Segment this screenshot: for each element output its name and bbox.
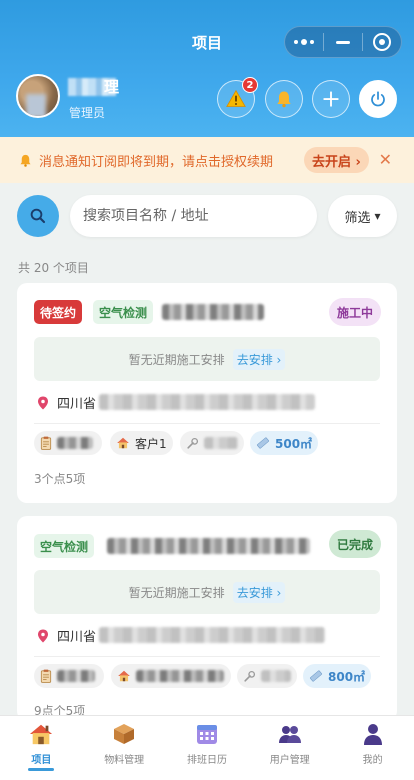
- tab-schedule-calendar[interactable]: 排班日历: [166, 716, 249, 780]
- search-icon: [30, 208, 46, 224]
- chip-customer: [111, 664, 231, 688]
- tag-air-test: 空气检测: [93, 300, 154, 324]
- users-icon: [278, 722, 302, 746]
- project-address: 四川省: [37, 393, 96, 412]
- search-button[interactable]: [17, 195, 59, 237]
- subscription-notice: 消息通知订阅即将到期，请点击授权续期 去开启 › ✕: [0, 137, 414, 183]
- house-icon: [117, 437, 129, 449]
- person-icon: [361, 722, 385, 746]
- filter-button[interactable]: 筛选 ▾: [328, 195, 397, 237]
- more-menu-button[interactable]: [285, 27, 323, 57]
- warning-icon: [226, 89, 246, 107]
- filter-label: 筛选: [344, 210, 371, 226]
- clipboard-icon: [40, 436, 52, 450]
- enable-notice-button[interactable]: 去开启 ›: [304, 147, 369, 173]
- ruler-icon: [309, 670, 323, 682]
- tab-bar: 项目 物料管理 排班日历 用户管理 我的: [0, 715, 414, 780]
- plus-icon: [323, 91, 339, 107]
- project-card[interactable]: 空气检测 已完成 暂无近期施工安排 去安排 › 四川省 800㎡ 9点个5项: [17, 516, 397, 721]
- chip-customer: 客户1: [110, 431, 173, 455]
- schedule-box: 暂无近期施工安排 去安排 ›: [34, 570, 380, 614]
- target-icon: [373, 33, 391, 51]
- ruler-icon: [256, 437, 270, 449]
- chip-tools: [237, 664, 297, 688]
- clipboard-icon: [40, 669, 52, 683]
- minimize-button[interactable]: [324, 27, 362, 57]
- tab-mine[interactable]: 我的: [331, 716, 414, 780]
- address-prefix: 四川省: [57, 630, 97, 645]
- chip-area: 800㎡: [303, 664, 372, 688]
- chip-tools-blurred: [261, 670, 291, 682]
- house-icon: [29, 722, 53, 746]
- user-name: 理: [104, 78, 120, 96]
- tab-label: 排班日历: [186, 755, 227, 766]
- project-address: 四川省: [37, 626, 96, 645]
- wrench-icon: [187, 437, 199, 449]
- tab-label: 项目: [31, 755, 52, 766]
- minus-icon: [336, 40, 350, 44]
- close-miniprogram-button[interactable]: [363, 27, 401, 57]
- user-role: 管理员: [69, 106, 106, 120]
- status-badge: 施工中: [328, 298, 381, 326]
- active-tab-indicator: [28, 768, 55, 771]
- project-card[interactable]: 待签约 空气检测 施工中 暂无近期施工安排 去安排 › 四川省 客户1 500㎡…: [17, 283, 397, 503]
- chip-tools-blurred: [204, 437, 238, 449]
- tab-label: 物料管理: [104, 755, 145, 766]
- chip-customer-label: 客户1: [135, 436, 167, 451]
- house-icon: [118, 670, 130, 682]
- project-name-blurred: [107, 538, 310, 554]
- address-blurred: [99, 627, 325, 643]
- bell-icon: [20, 154, 31, 167]
- close-icon[interactable]: ✕: [379, 150, 392, 169]
- chip-contract: [34, 431, 102, 455]
- status-badge: 已完成: [328, 530, 381, 558]
- card-footer: 3个点5项: [34, 472, 86, 486]
- box-icon: [112, 722, 136, 746]
- chip-customer-blurred: [136, 670, 224, 682]
- bell-icon: [277, 91, 291, 108]
- chip-contract-blurred: [57, 437, 93, 449]
- alert-count-badge: 2: [242, 77, 258, 93]
- add-project-button[interactable]: [312, 80, 350, 118]
- chip-contract: [34, 664, 104, 688]
- address-prefix: 四川省: [57, 397, 97, 412]
- project-name-blurred: [162, 304, 264, 320]
- power-button[interactable]: [359, 80, 397, 118]
- location-pin-icon: [38, 629, 48, 642]
- chip-area-label: 500㎡: [275, 436, 313, 451]
- chip-area: 500㎡: [250, 431, 319, 455]
- tab-projects[interactable]: 项目: [0, 716, 83, 780]
- more-dots-icon: [294, 39, 314, 45]
- schedule-link[interactable]: 去安排 ›: [232, 348, 286, 370]
- tag-air-test: 空气检测: [34, 534, 95, 558]
- tab-label: 我的: [362, 755, 383, 766]
- address-blurred: [99, 394, 315, 410]
- schedule-text: 暂无近期施工安排: [128, 585, 225, 600]
- header: 项目 理 管理员 2: [0, 0, 414, 137]
- chip-contract-blurred: [57, 670, 95, 682]
- notification-button[interactable]: [265, 80, 303, 118]
- project-count: 共 20 个项目: [18, 261, 89, 275]
- tag-pending-contract: 待签约: [34, 300, 83, 324]
- schedule-box: 暂无近期施工安排 去安排 ›: [34, 337, 380, 381]
- location-pin-icon: [38, 396, 48, 409]
- wrench-icon: [244, 670, 256, 682]
- search-input[interactable]: [70, 195, 317, 237]
- chevron-down-icon: ▾: [374, 209, 381, 223]
- notice-text: 消息通知订阅即将到期，请点击授权续期: [39, 154, 274, 170]
- tab-materials[interactable]: 物料管理: [83, 716, 166, 780]
- chip-tools: [180, 431, 244, 455]
- calendar-icon: [195, 722, 219, 746]
- schedule-text: 暂无近期施工安排: [128, 352, 225, 367]
- chip-area-label: 800㎡: [328, 669, 366, 684]
- warning-button[interactable]: 2: [217, 77, 258, 118]
- avatar[interactable]: [16, 74, 60, 118]
- tab-label: 用户管理: [269, 755, 310, 766]
- tab-user-management[interactable]: 用户管理: [248, 716, 331, 780]
- schedule-link[interactable]: 去安排 ›: [232, 581, 286, 603]
- mini-program-capsule: [284, 26, 402, 58]
- power-icon: [371, 91, 385, 107]
